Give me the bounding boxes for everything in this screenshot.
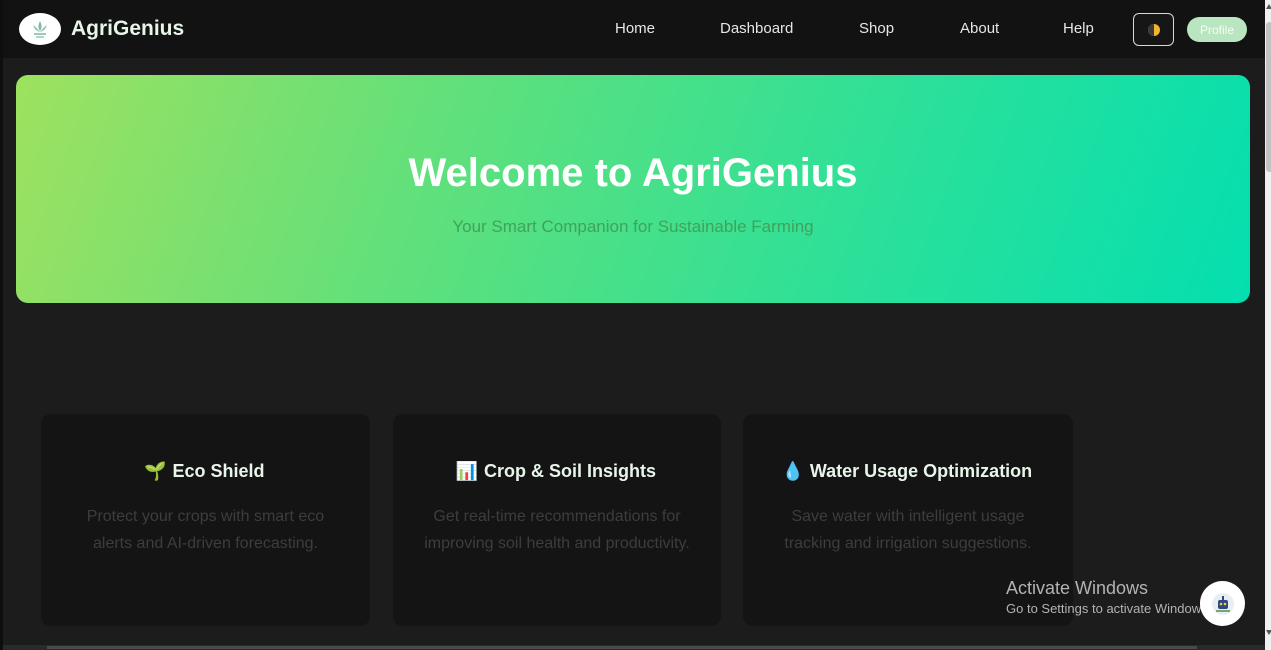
card-description: Get real-time recommendations for improv… [424,508,690,552]
app-window: AgriGenius Home Dashboard Shop About Hel… [0,0,1271,650]
scroll-up-icon[interactable] [1266,4,1271,9]
feature-card-eco-shield[interactable]: 🌱 Eco Shield Protect your crops with sma… [41,414,370,626]
nav-shop-link[interactable]: Shop [859,20,894,37]
card-title: 📊 Crop & Soil Insights [393,461,721,482]
card-description: Protect your crops with smart eco alerts… [86,508,325,552]
hero-subtitle: Your Smart Companion for Sustainable Far… [452,217,814,236]
moon-half-icon [1147,23,1160,36]
theme-toggle-button[interactable] [1133,13,1174,46]
water-drop-icon: 💧 [781,461,805,481]
hero-title: Welcome to AgriGenius [408,151,858,195]
horizontal-scroll-thumb[interactable] [47,646,1197,649]
nav-home-link[interactable]: Home [615,20,655,37]
card-title-text: Eco Shield [172,461,265,481]
activate-windows-subtitle: Go to Settings to activate Windows. [1006,601,1212,616]
top-navbar: AgriGenius Home Dashboard Shop About Hel… [3,0,1265,58]
nav-dashboard-link[interactable]: Dashboard [720,20,793,37]
profile-button[interactable]: Profile [1187,17,1247,42]
chatbot-icon [1211,592,1234,615]
card-description: Save water with intelligent usage tracki… [784,508,1032,552]
card-title: 🌱 Eco Shield [41,461,370,482]
nav-about-link[interactable]: About [960,20,999,37]
nav-help-link[interactable]: Help [1063,20,1094,37]
card-title: 💧 Water Usage Optimization [743,461,1073,482]
vertical-scroll-thumb[interactable] [1266,22,1271,172]
feature-card-crop-soil[interactable]: 📊 Crop & Soil Insights Get real-time rec… [393,414,721,626]
hero-banner: Welcome to AgriGenius Your Smart Compani… [16,75,1250,303]
bar-chart-icon: 📊 [455,461,479,481]
card-title-text: Water Usage Optimization [809,461,1033,481]
activate-windows-title: Activate Windows [1006,578,1149,598]
seedling-icon: 🌱 [144,461,167,481]
scroll-down-icon[interactable] [1266,630,1271,635]
chatbot-button[interactable] [1200,581,1245,626]
card-title-text: Crop & Soil Insights [483,461,656,481]
nav-links: Home Dashboard Shop About Help [3,0,1265,58]
vertical-scrollbar[interactable] [1265,0,1271,650]
